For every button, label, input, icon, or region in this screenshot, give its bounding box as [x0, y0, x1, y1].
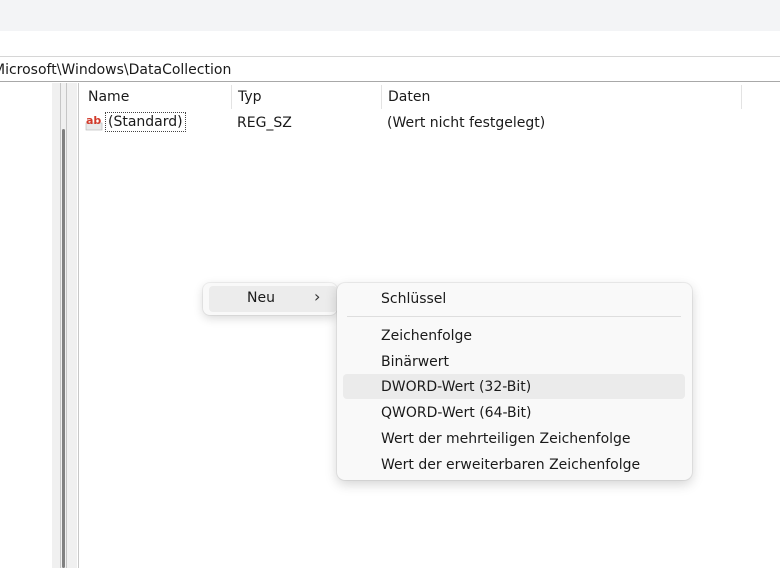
value-data: (Wert nicht festgelegt) [387, 115, 546, 131]
menu-item-dword-value[interactable]: DWORD-Wert (32-Bit) [381, 374, 531, 400]
menu-item-qword-value[interactable]: QWORD-Wert (64-Bit) [381, 400, 531, 426]
menu-item-key[interactable]: Schlüssel [381, 286, 446, 312]
new-submenu: Schlüssel Zeichenfolge Binärwert DWORD-W… [337, 283, 692, 480]
splitter-line [60, 83, 61, 568]
column-header-label: Daten [388, 89, 431, 105]
chevron-right-icon: › [314, 287, 321, 306]
column-header-label: Typ [238, 89, 262, 105]
menu-item-expandable-string-value[interactable]: Wert der erweiterbaren Zeichenfolge [381, 452, 640, 478]
column-header-type[interactable]: Typ [229, 83, 381, 108]
column-header-name[interactable]: Name [79, 83, 231, 108]
splitter-line [66, 83, 67, 568]
menu-separator [347, 316, 681, 317]
address-bar[interactable]: Microsoft\Windows\DataCollection [0, 56, 780, 82]
address-path[interactable]: Microsoft\Windows\DataCollection [0, 62, 231, 78]
tree-scrollbar-thumb[interactable] [62, 129, 65, 568]
string-value-icon: ab [85, 114, 103, 131]
value-name[interactable]: (Standard) [105, 112, 186, 132]
key-tree-pane[interactable] [0, 83, 52, 568]
menu-item-new[interactable]: Neu [247, 290, 275, 306]
column-header-data[interactable]: Daten [379, 83, 741, 108]
title-bar [0, 0, 780, 31]
menu-item-binary-value[interactable]: Binärwert [381, 349, 449, 375]
toolbar-area [0, 31, 780, 55]
table-row[interactable]: ab (Standard) REG_SZ (Wert nicht festgel… [79, 112, 779, 133]
menu-item-multi-string-value[interactable]: Wert der mehrteiligen Zeichenfolge [381, 426, 631, 452]
column-divider[interactable] [741, 85, 742, 109]
context-menu: Neu › [203, 283, 337, 315]
column-header-label: Name [88, 89, 130, 105]
svg-text:ab: ab [86, 114, 101, 127]
menu-item-string-value[interactable]: Zeichenfolge [381, 323, 472, 349]
value-type: REG_SZ [237, 115, 292, 131]
pane-splitter[interactable] [52, 83, 77, 568]
